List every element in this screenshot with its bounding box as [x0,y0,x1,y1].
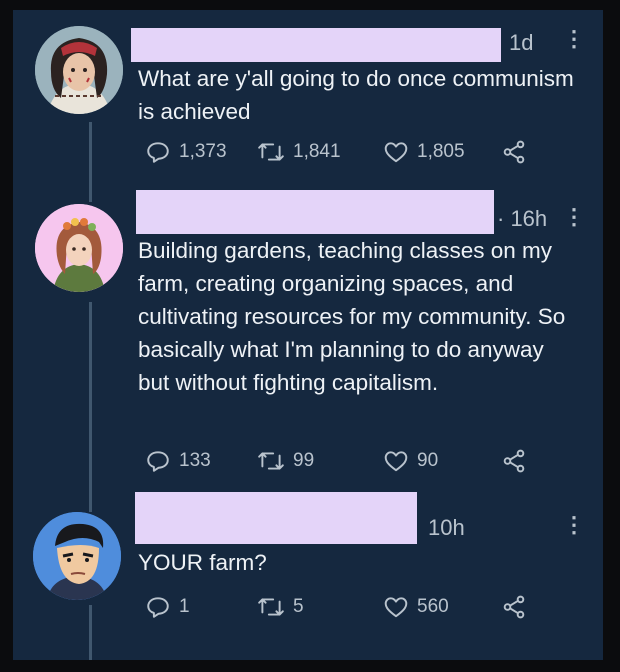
retweet-button[interactable]: 5 [257,592,304,622]
like-count: 560 [417,596,449,617]
avatar[interactable] [33,512,121,600]
share-icon [503,595,525,619]
tweet-text: YOUR farm? [138,550,267,575]
like-icon [384,597,408,618]
like-button[interactable]: 560 [383,592,449,622]
reply-icon [147,597,169,618]
redacted-user-name[interactable] [135,492,417,544]
more-options-icon[interactable]: ⋮ [563,512,585,538]
tweet-timestamp[interactable]: 10h [428,515,465,541]
reply-button[interactable]: 1 [145,592,190,622]
share-button[interactable] [501,592,527,622]
tweet-thread: 1d ⋮ What are y'all going to do once com… [13,10,603,660]
retweet-count: 5 [293,596,304,617]
tweet[interactable]: 10h ⋮ YOUR farm? 1 5 560 [13,10,603,660]
retweet-icon [258,598,284,616]
reply-count: 1 [179,596,190,617]
